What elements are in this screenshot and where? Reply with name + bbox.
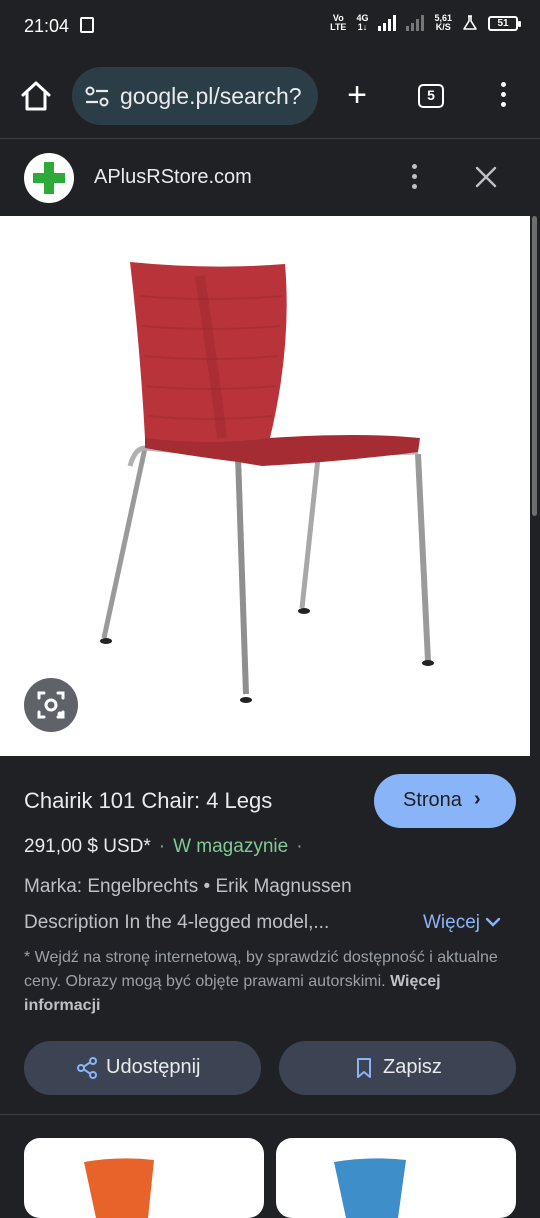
product-image[interactable] xyxy=(0,216,530,756)
address-bar[interactable]: google.pl/search? xyxy=(72,67,318,125)
panel-more-icon[interactable] xyxy=(406,164,422,194)
chevron-down-icon xyxy=(486,917,501,927)
more-label: Więcej xyxy=(423,912,481,933)
share-icon xyxy=(77,1057,97,1079)
home-icon[interactable] xyxy=(18,78,54,114)
price: 291,00 $ USD* xyxy=(24,836,151,857)
network-speed: 5,61 K/S xyxy=(434,14,452,32)
lens-search-icon[interactable] xyxy=(24,678,78,732)
product-title: Chairik 101 Chair: 4 Legs xyxy=(24,788,273,813)
brand-line: Marka: Engelbrechts • Erik Magnussen xyxy=(24,876,352,897)
notification-icon xyxy=(80,17,94,33)
orange-chair-thumbnail xyxy=(84,1158,154,1218)
site-name[interactable]: APlusRStore.com xyxy=(94,166,252,189)
browser-menu-icon[interactable] xyxy=(494,82,512,112)
visit-site-label: Strona xyxy=(403,789,462,811)
network-activity: 1↓ xyxy=(357,22,368,32)
status-bar: 21:04 Vo LTE 4G 1↓ 5,61 K/S 51 xyxy=(0,0,540,56)
more-button[interactable]: Więcej xyxy=(423,912,501,934)
url-text[interactable]: google.pl/search? xyxy=(120,83,302,110)
battery-icon: 51 xyxy=(488,15,521,31)
share-label: Udostępnij xyxy=(106,1056,201,1078)
site-logo xyxy=(24,153,74,203)
signal-strength-icon xyxy=(378,15,397,31)
price-row: 291,00 $ USD* · W magazynie · xyxy=(24,836,311,858)
status-indicators: Vo LTE 4G 1↓ 5,61 K/S 51 xyxy=(330,14,521,32)
disclaimer: * Wejdź na stronę internetową, by sprawd… xyxy=(24,946,504,1018)
save-label: Zapisz xyxy=(383,1056,442,1078)
volte-bottom: LTE xyxy=(330,22,347,32)
visit-site-button[interactable]: Strona › xyxy=(374,774,516,828)
stock-status: W magazynie xyxy=(173,836,289,857)
description-line: Description In the 4-legged model,... xyxy=(24,912,330,933)
scrollbar[interactable] xyxy=(532,216,537,516)
related-product-card-2[interactable] xyxy=(276,1138,516,1218)
close-icon[interactable] xyxy=(474,165,498,189)
volte-indicator: Vo LTE xyxy=(330,14,346,32)
save-button[interactable]: Zapisz xyxy=(279,1041,516,1095)
tab-switcher-button[interactable]: 5 xyxy=(418,84,444,108)
status-time: 21:04 xyxy=(24,16,70,36)
signal-strength-2-icon xyxy=(406,15,425,31)
blue-chair-thumbnail xyxy=(334,1158,406,1218)
new-tab-plus-icon[interactable]: + xyxy=(342,78,372,114)
share-button[interactable]: Udostępnij xyxy=(24,1041,261,1095)
chair-image xyxy=(100,262,434,703)
preview-panel-header: APlusRStore.com xyxy=(0,138,540,217)
separator-dot: · xyxy=(158,836,166,857)
site-settings-icon[interactable] xyxy=(84,85,110,109)
browser-toolbar: google.pl/search? + 5 xyxy=(0,56,540,138)
chevron-right-icon: › xyxy=(474,788,481,810)
product-info: Chairik 101 Chair: 4 Legs Strona › 291,0… xyxy=(0,756,540,1116)
related-product-card[interactable] xyxy=(24,1138,264,1218)
network-type-indicator: 4G 1↓ xyxy=(356,14,368,32)
network-speed-unit: K/S xyxy=(435,22,451,32)
flask-icon xyxy=(463,15,477,30)
separator-dot-2: · xyxy=(296,836,303,857)
section-divider xyxy=(0,1114,540,1115)
bookmark-icon xyxy=(357,1058,371,1078)
